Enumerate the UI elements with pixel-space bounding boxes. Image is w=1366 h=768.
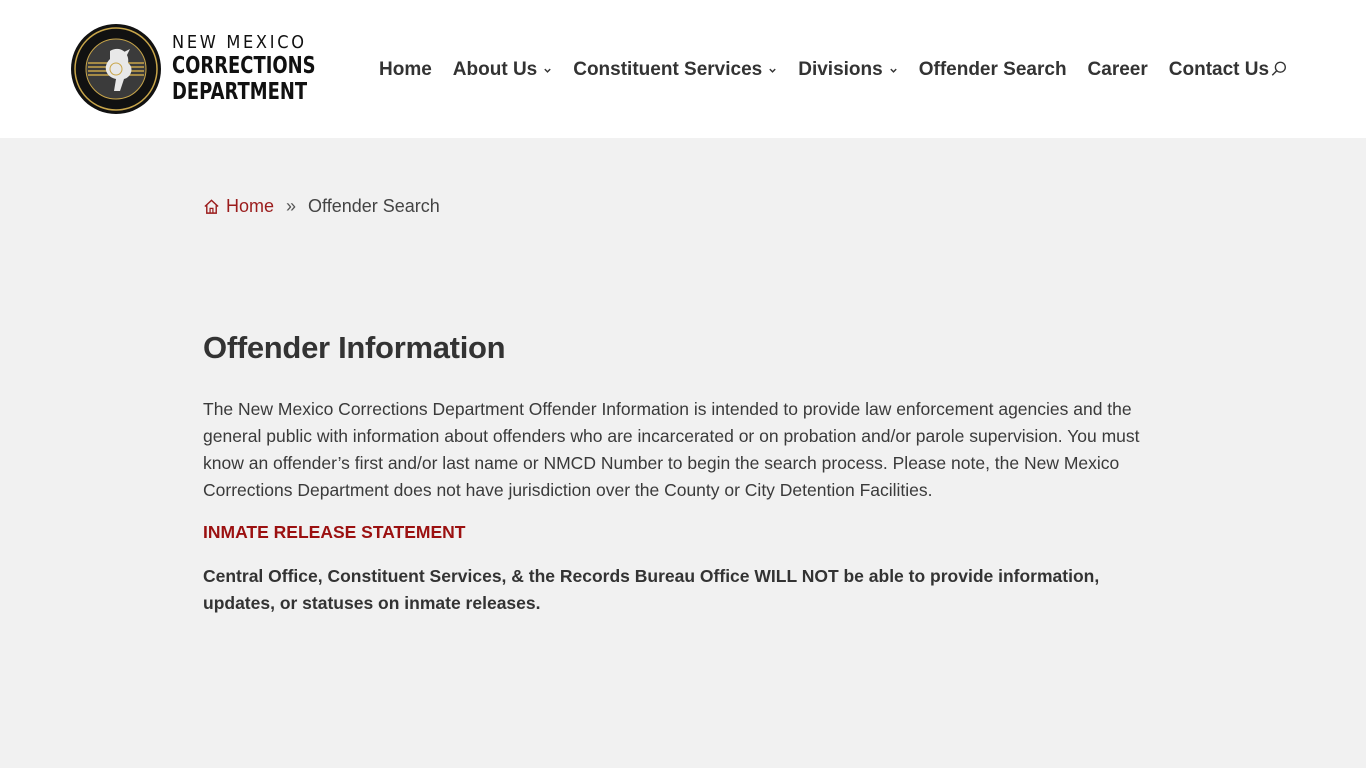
nav-item-divisions[interactable]: Divisions bbox=[798, 59, 897, 81]
nav-item-label: Career bbox=[1087, 59, 1148, 80]
main-nav: Home About Us Constituent Services Divis… bbox=[379, 56, 1269, 84]
home-icon[interactable] bbox=[203, 198, 220, 215]
statement-body: Central Office, Constituent Services, & … bbox=[203, 566, 1100, 613]
page-title: Offender Information bbox=[203, 330, 506, 365]
site-header: NEW MEXICO CORRECTIONS DEPARTMENT Home A… bbox=[0, 0, 1366, 138]
nmcd-seal-icon bbox=[71, 24, 161, 114]
nav-item-label: Home bbox=[379, 59, 432, 80]
nav-item-career[interactable]: Career bbox=[1088, 59, 1148, 81]
chevron-down-icon bbox=[890, 68, 897, 73]
logo-line-corrections: CORRECTIONS bbox=[172, 53, 316, 79]
statement-heading: INMATE RELEASE STATEMENT bbox=[203, 522, 466, 542]
logo-line-new-mexico: NEW MEXICO bbox=[172, 32, 307, 53]
site-logo[interactable]: NEW MEXICO CORRECTIONS DEPARTMENT bbox=[70, 23, 356, 115]
nav-item-contact-us[interactable]: Contact Us bbox=[1169, 59, 1269, 81]
main-content: Offender Information The New Mexico Corr… bbox=[203, 330, 1163, 617]
logo-line-department: DEPARTMENT bbox=[172, 79, 308, 105]
breadcrumb-current: Offender Search bbox=[308, 196, 440, 216]
nav-item-label: Contact Us bbox=[1168, 59, 1270, 80]
nav-item-label: Constituent Services bbox=[573, 59, 763, 80]
nav-item-label: Offender Search bbox=[918, 59, 1067, 80]
breadcrumb: Home » Offender Search bbox=[203, 196, 440, 217]
search-icon[interactable] bbox=[1270, 60, 1288, 78]
breadcrumb-home-link[interactable]: Home bbox=[226, 196, 274, 217]
nav-item-label: About Us bbox=[452, 59, 538, 80]
nav-item-offender-search[interactable]: Offender Search bbox=[919, 59, 1067, 81]
intro-paragraph: The New Mexico Corrections Department Of… bbox=[203, 399, 1140, 500]
logo-text: NEW MEXICO CORRECTIONS DEPARTMENT bbox=[172, 34, 356, 104]
nav-item-constituent-services[interactable]: Constituent Services bbox=[573, 59, 777, 81]
nav-item-about-us[interactable]: About Us bbox=[453, 59, 552, 81]
breadcrumb-separator: » bbox=[286, 196, 297, 216]
nav-item-label: Divisions bbox=[798, 59, 883, 80]
chevron-down-icon bbox=[769, 68, 776, 73]
chevron-down-icon bbox=[544, 68, 551, 73]
nav-item-home[interactable]: Home bbox=[379, 59, 432, 81]
